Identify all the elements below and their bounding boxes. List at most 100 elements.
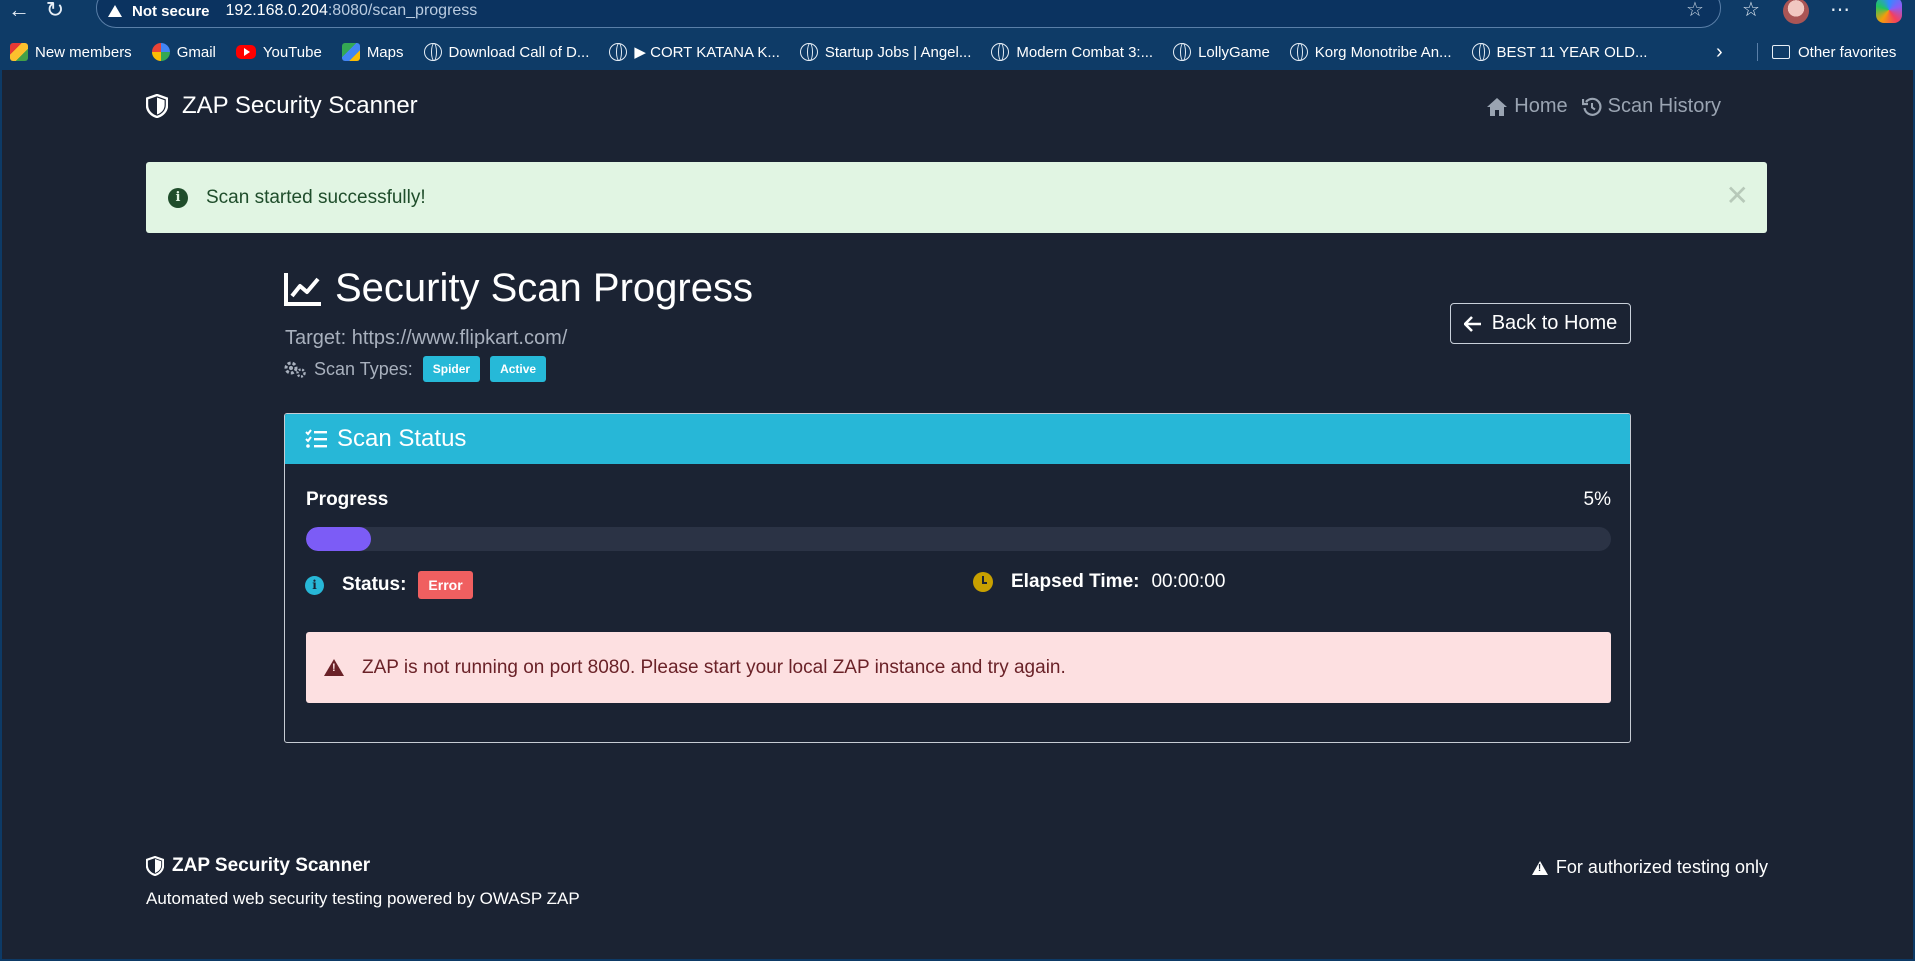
globe-icon: [991, 43, 1010, 61]
status-label: Status:: [342, 574, 407, 595]
info-circle-icon: i: [305, 575, 324, 595]
maps-icon: [341, 43, 360, 61]
reload-icon[interactable]: ↻: [40, 0, 70, 22]
progress-label: Progress: [306, 489, 389, 510]
other-favorites[interactable]: Other favorites: [1772, 34, 1896, 70]
footer-warning: For authorized testing only: [1531, 857, 1768, 878]
success-message: Scan started successfully!: [206, 186, 426, 208]
bookmarks-bar: New members Gmail YouTube Maps Download …: [0, 34, 1915, 70]
error-message: ZAP is not running on port 8080. Please …: [362, 656, 1066, 678]
other-favorites-label: Other favorites: [1798, 43, 1897, 61]
navbar-brand[interactable]: ZAP Security Scanner: [146, 92, 418, 120]
google-icon: [151, 43, 170, 61]
nav-home-link[interactable]: Home: [1486, 95, 1568, 118]
status-row: i Status: Error: [305, 571, 473, 599]
nav-history-label: Scan History: [1607, 95, 1721, 117]
back-arrow-icon[interactable]: ←: [4, 0, 34, 22]
elapsed-time-row: Elapsed Time: 00:00:00: [973, 571, 1225, 593]
progress-bar: [306, 527, 1611, 551]
scan-status-card: Scan Status Progress 5% i Status: Error …: [284, 413, 1631, 743]
home-icon: [1487, 97, 1508, 116]
nav-links: Home Scan History: [1486, 95, 1721, 118]
bookmark-label: Download Call of D...: [448, 43, 590, 61]
folder-icon: [1772, 45, 1790, 59]
footer-brand-name: ZAP Security Scanner: [172, 855, 371, 876]
globe-icon: [1289, 43, 1308, 61]
bookmark-youtube[interactable]: YouTube: [235, 43, 322, 61]
bookmark-best-11[interactable]: BEST 11 YEAR OLD...: [1471, 43, 1648, 61]
footer: ZAP Security Scanner Automated web secur…: [2, 845, 1913, 959]
page-title-text: Security Scan Progress: [335, 266, 753, 310]
card-header: Scan Status: [285, 414, 1630, 464]
bookmark-label: YouTube: [262, 43, 322, 61]
elapsed-label: Elapsed Time:: [1011, 571, 1140, 592]
navbar: ZAP Security Scanner Home Scan History: [2, 70, 1913, 140]
bookmark-korg-monotribe[interactable]: Korg Monotribe An...: [1289, 43, 1452, 61]
url-path: :8080/scan_progress: [327, 2, 478, 19]
bookmark-label: LollyGame: [1198, 43, 1270, 61]
browser-toolbar: ← ↻ Not secure 192.168.0.204:8080/scan_p…: [0, 0, 1915, 34]
bookmark-cort-katana[interactable]: ▶ CORT KATANA K...: [609, 43, 780, 61]
profile-avatar[interactable]: [1783, 0, 1809, 24]
bookmark-label: Maps: [366, 43, 404, 61]
url-text: 192.168.0.204:8080/scan_progress: [226, 2, 478, 20]
bookmark-label: Gmail: [176, 43, 216, 61]
globe-icon: [1173, 43, 1192, 61]
bookmark-new-members[interactable]: New members: [10, 43, 132, 61]
page-title: Security Scan Progress: [283, 266, 753, 311]
globe-icon: [609, 43, 628, 61]
status-badge: Error: [418, 571, 473, 599]
globe-icon: [799, 43, 818, 61]
tasks-icon: [305, 429, 327, 448]
bookmark-startup-jobs[interactable]: Startup Jobs | Angel...: [799, 43, 971, 61]
divider: [1757, 43, 1758, 61]
scan-types-label: Scan Types:: [314, 358, 413, 379]
favorites-icon[interactable]: ☆: [1742, 0, 1760, 20]
chevron-right-icon[interactable]: ›: [1716, 41, 1723, 64]
info-circle-icon: i: [168, 187, 188, 208]
star-icon[interactable]: ☆: [1686, 0, 1704, 20]
bookmark-label: ▶ CORT KATANA K...: [634, 44, 780, 61]
warning-triangle-icon: [1531, 860, 1548, 875]
elapsed-value: 00:00:00: [1151, 571, 1226, 592]
scan-target: Target: https://www.flipkart.com/: [285, 327, 568, 349]
bookmark-maps[interactable]: Maps: [341, 43, 404, 61]
clock-icon: [973, 572, 993, 592]
bookmark-label: Modern Combat 3:...: [1016, 43, 1154, 61]
back-to-home-button[interactable]: Back to Home: [1450, 303, 1631, 344]
brand-name: ZAP Security Scanner: [182, 92, 418, 119]
back-button-label: Back to Home: [1491, 312, 1618, 334]
bookmark-label: BEST 11 YEAR OLD...: [1496, 43, 1648, 61]
error-alert: ZAP is not running on port 8080. Please …: [306, 632, 1611, 703]
bookmark-lollygame[interactable]: LollyGame: [1173, 43, 1270, 61]
shield-icon: [146, 856, 164, 876]
bookmark-modern-combat[interactable]: Modern Combat 3:...: [991, 43, 1153, 61]
globe-icon: [423, 43, 442, 61]
scan-types: Scan Types: Spider Active: [284, 356, 547, 382]
footer-warning-text: For authorized testing only: [1555, 857, 1768, 877]
shield-icon: [146, 94, 168, 118]
progress-percent: 5%: [1583, 489, 1611, 510]
bookmark-label: Korg Monotribe An...: [1314, 43, 1452, 61]
bookmark-label: New members: [35, 43, 132, 61]
url-host: 192.168.0.204: [225, 2, 328, 19]
warning-triangle-icon: [324, 659, 344, 676]
bookmark-gmail[interactable]: Gmail: [151, 43, 216, 61]
history-icon: [1581, 97, 1602, 116]
progress-row: Progress 5%: [306, 489, 1611, 511]
success-alert: i Scan started successfully! ✕: [146, 162, 1767, 233]
close-icon[interactable]: ✕: [1726, 182, 1749, 210]
bookmark-call-of-duty[interactable]: Download Call of D...: [423, 43, 590, 61]
copilot-icon[interactable]: [1876, 0, 1902, 23]
progress-fill: [306, 527, 372, 551]
footer-tagline: Automated web security testing powered b…: [146, 889, 580, 908]
nav-history-link[interactable]: Scan History: [1581, 95, 1721, 118]
nav-home-label: Home: [1514, 95, 1568, 117]
more-menu-icon[interactable]: ⋯: [1830, 0, 1850, 20]
url-display[interactable]: Not secure 192.168.0.204:8080/scan_progr…: [108, 1, 477, 21]
warning-icon: [108, 5, 122, 17]
arrow-left-icon: [1463, 315, 1481, 332]
app-page: ZAP Security Scanner Home Scan History i…: [2, 70, 1913, 959]
scan-type-badge-spider: Spider: [422, 356, 481, 382]
globe-icon: [1471, 43, 1490, 61]
